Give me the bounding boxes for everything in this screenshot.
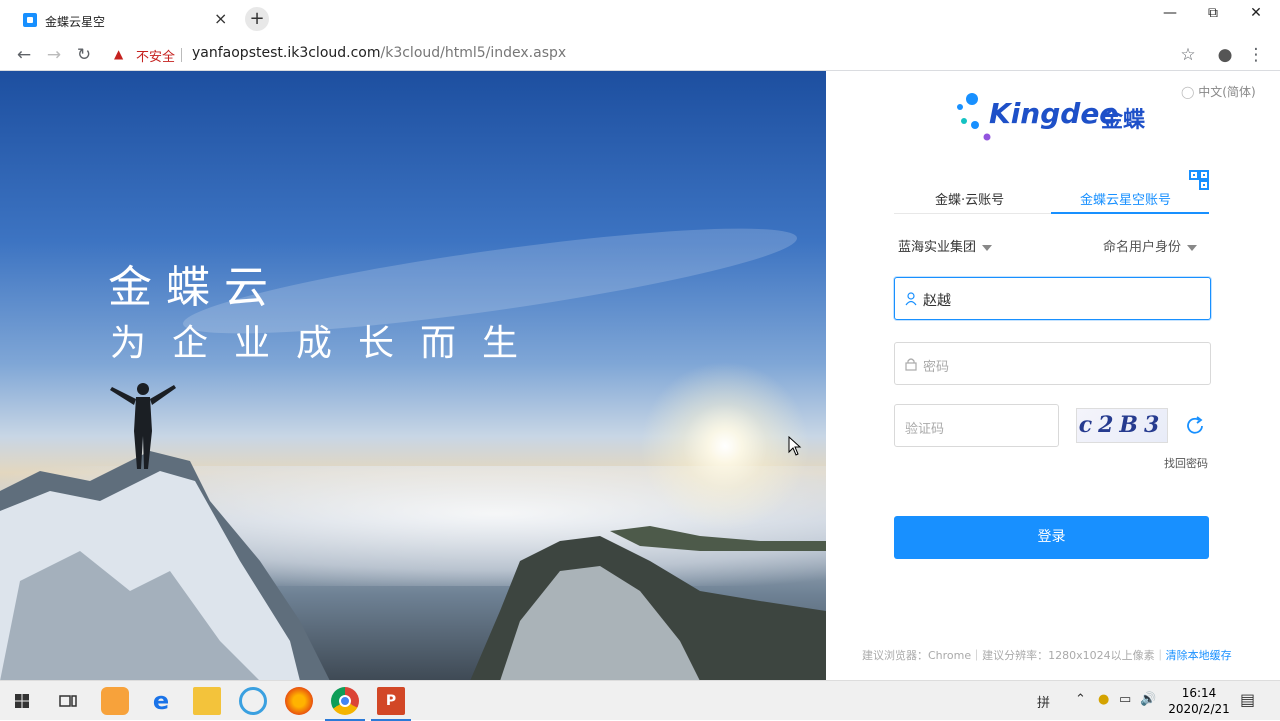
globe-icon: ◯	[1181, 85, 1195, 99]
new-tab-button[interactable]: +	[245, 7, 269, 31]
captcha-field[interactable]: 验证码	[894, 404, 1059, 447]
organization-value: 蓝海实业集团	[898, 240, 977, 255]
login-panel: ◯ 中文(简体) Kingdee 金蝶 金蝶·云账号 金蝶云星空账号 蓝海实业集…	[826, 71, 1280, 680]
tab-title: 金蝶云星空	[45, 15, 106, 29]
app-icon-orange[interactable]	[101, 687, 129, 715]
login-button[interactable]: 登录	[894, 516, 1209, 559]
notification-icon[interactable]: ▤	[1240, 690, 1255, 709]
kingdee-logo: Kingdee 金蝶	[954, 91, 1154, 145]
powerpoint-icon[interactable]: P	[371, 687, 411, 721]
password-placeholder: 密码	[923, 360, 950, 375]
restore-icon[interactable]: ⧉	[1193, 2, 1233, 26]
username-value: 赵越	[923, 293, 951, 309]
identity-value: 命名用户身份	[1103, 240, 1182, 255]
firefox-icon[interactable]	[285, 687, 313, 715]
logo-dots-icon	[957, 93, 991, 141]
password-field[interactable]: 密码	[894, 342, 1211, 385]
chevron-down-icon	[1187, 244, 1198, 251]
ime-indicator[interactable]: 拼	[1037, 692, 1050, 711]
security-label[interactable]: 不安全	[136, 46, 175, 65]
person-silhouette	[110, 383, 176, 469]
lock-icon	[905, 358, 917, 371]
url-host: yanfaopstest.ik3cloud.com	[192, 45, 381, 61]
edge-browser-icon[interactable]: e	[147, 687, 175, 715]
tab-kingdee-cloud-account[interactable]: 金蝶·云账号	[935, 189, 1004, 208]
identity-select[interactable]: 命名用户身份	[1103, 236, 1198, 255]
mouse-cursor-icon	[788, 436, 802, 456]
bookmark-star-icon[interactable]: ☆	[1176, 43, 1200, 67]
browser-tab[interactable]: 金蝶云星空 ×	[8, 5, 236, 39]
menu-kebab-icon[interactable]: ⋮	[1244, 43, 1268, 67]
chevron-down-icon	[982, 244, 993, 251]
captcha-placeholder: 验证码	[905, 422, 945, 437]
hero-image: 金蝶云 为企业成长而生	[0, 71, 826, 680]
security-tray-icon[interactable]: ●	[1098, 692, 1109, 707]
active-tab-indicator	[1051, 212, 1209, 214]
reload-icon[interactable]: ↻	[72, 43, 96, 67]
organization-select[interactable]: 蓝海实业集团	[898, 236, 993, 255]
chrome-icon[interactable]	[325, 687, 365, 721]
profile-icon[interactable]: ●	[1213, 43, 1237, 67]
logo-wordmark: Kingdee	[989, 97, 1119, 130]
account-tabs: 金蝶·云账号 金蝶云星空账号	[894, 183, 1209, 214]
tab-kingdee-xingkong-account[interactable]: 金蝶云星空账号	[1080, 189, 1171, 208]
forgot-password-link[interactable]: 找回密码	[1164, 455, 1208, 471]
battery-icon[interactable]: ▭	[1119, 692, 1131, 707]
language-label: 中文(简体)	[1198, 85, 1256, 99]
footer-text: 建议浏览器：Chrome｜建议分辨率：1280x1024以上像素｜	[862, 649, 1166, 662]
system-clock[interactable]: 16:14 2020/2/21	[1168, 685, 1230, 717]
url-path: /k3cloud/html5/index.aspx	[380, 45, 567, 61]
username-field[interactable]: 赵越	[894, 277, 1211, 320]
footer-note: 建议浏览器：Chrome｜建议分辨率：1280x1024以上像素｜清除本地缓存	[862, 647, 1232, 663]
user-icon	[905, 292, 917, 306]
task-view-icon[interactable]	[54, 687, 82, 715]
clock-date: 2020/2/21	[1168, 702, 1230, 716]
back-arrow-icon[interactable]: ←	[12, 43, 36, 67]
favicon-icon	[23, 13, 37, 27]
url-separator	[181, 48, 182, 62]
windows-taskbar: e P 拼 ⌃ ● ▭ 🔊 16:14 2020/2/21 ▤	[0, 680, 1280, 721]
file-explorer-icon[interactable]	[193, 687, 221, 715]
warning-icon[interactable]: ▲	[114, 47, 123, 61]
forward-arrow-icon[interactable]: →	[42, 43, 66, 67]
volume-icon[interactable]: 🔊	[1140, 692, 1156, 707]
windows-start-icon[interactable]	[8, 687, 36, 715]
browser-toolbar: ← → ↻ ▲ 不安全 yanfaopstest.ik3cloud.com/k3…	[0, 39, 1280, 71]
refresh-captcha-icon[interactable]	[1184, 415, 1206, 437]
internet-explorer-icon[interactable]	[239, 687, 267, 715]
logo-chinese: 金蝶	[1101, 108, 1146, 133]
minimize-icon[interactable]: —	[1150, 2, 1190, 26]
clear-cache-link[interactable]: 清除本地缓存	[1166, 649, 1232, 662]
captcha-image[interactable]: c2B3	[1076, 408, 1168, 443]
clock-time: 16:14	[1181, 686, 1217, 700]
browser-tab-strip: 金蝶云星空 × + — ⧉ ✕	[0, 0, 1280, 39]
address-bar[interactable]: yanfaopstest.ik3cloud.com/k3cloud/html5/…	[192, 45, 566, 61]
tab-close-icon[interactable]: ×	[214, 9, 227, 28]
language-switch[interactable]: ◯ 中文(简体)	[1181, 83, 1256, 100]
window-close-icon[interactable]: ✕	[1236, 2, 1276, 26]
chevron-up-icon[interactable]: ⌃	[1075, 692, 1086, 707]
hero-title: 金蝶云	[108, 262, 282, 313]
mountains-illustration	[0, 451, 826, 680]
hero-slogan: 为企业成长而生	[110, 323, 545, 364]
